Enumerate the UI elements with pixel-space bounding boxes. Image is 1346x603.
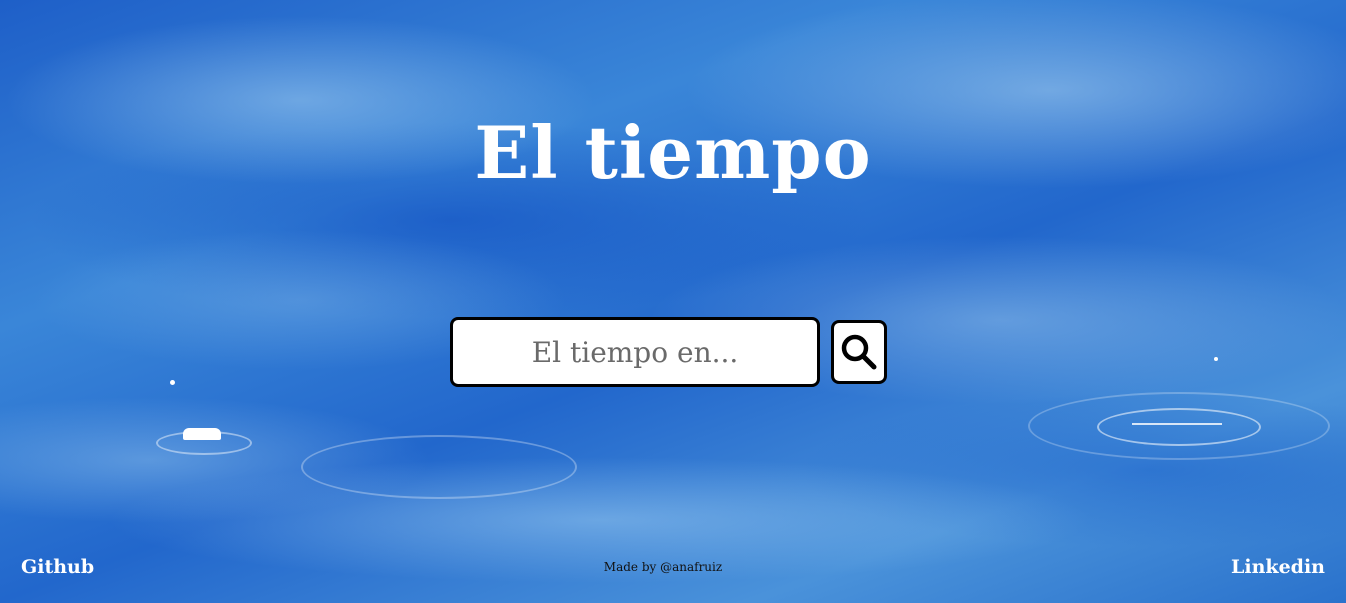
- footer-credit: Made by @anafruiz: [603, 560, 723, 574]
- decorative-ring: [301, 435, 577, 499]
- decorative-ring: [156, 431, 252, 455]
- search-button[interactable]: [831, 320, 887, 384]
- page-title: El tiempo: [474, 110, 872, 195]
- linkedin-link[interactable]: Linkedin: [1231, 556, 1325, 578]
- decorative-ring: [1097, 408, 1261, 446]
- search-input[interactable]: [450, 317, 820, 387]
- decorative-dot: [1214, 357, 1218, 361]
- decorative-dot: [170, 380, 175, 385]
- search-icon: [841, 334, 877, 370]
- sky-background: [0, 0, 1346, 603]
- search-bar: [450, 317, 887, 387]
